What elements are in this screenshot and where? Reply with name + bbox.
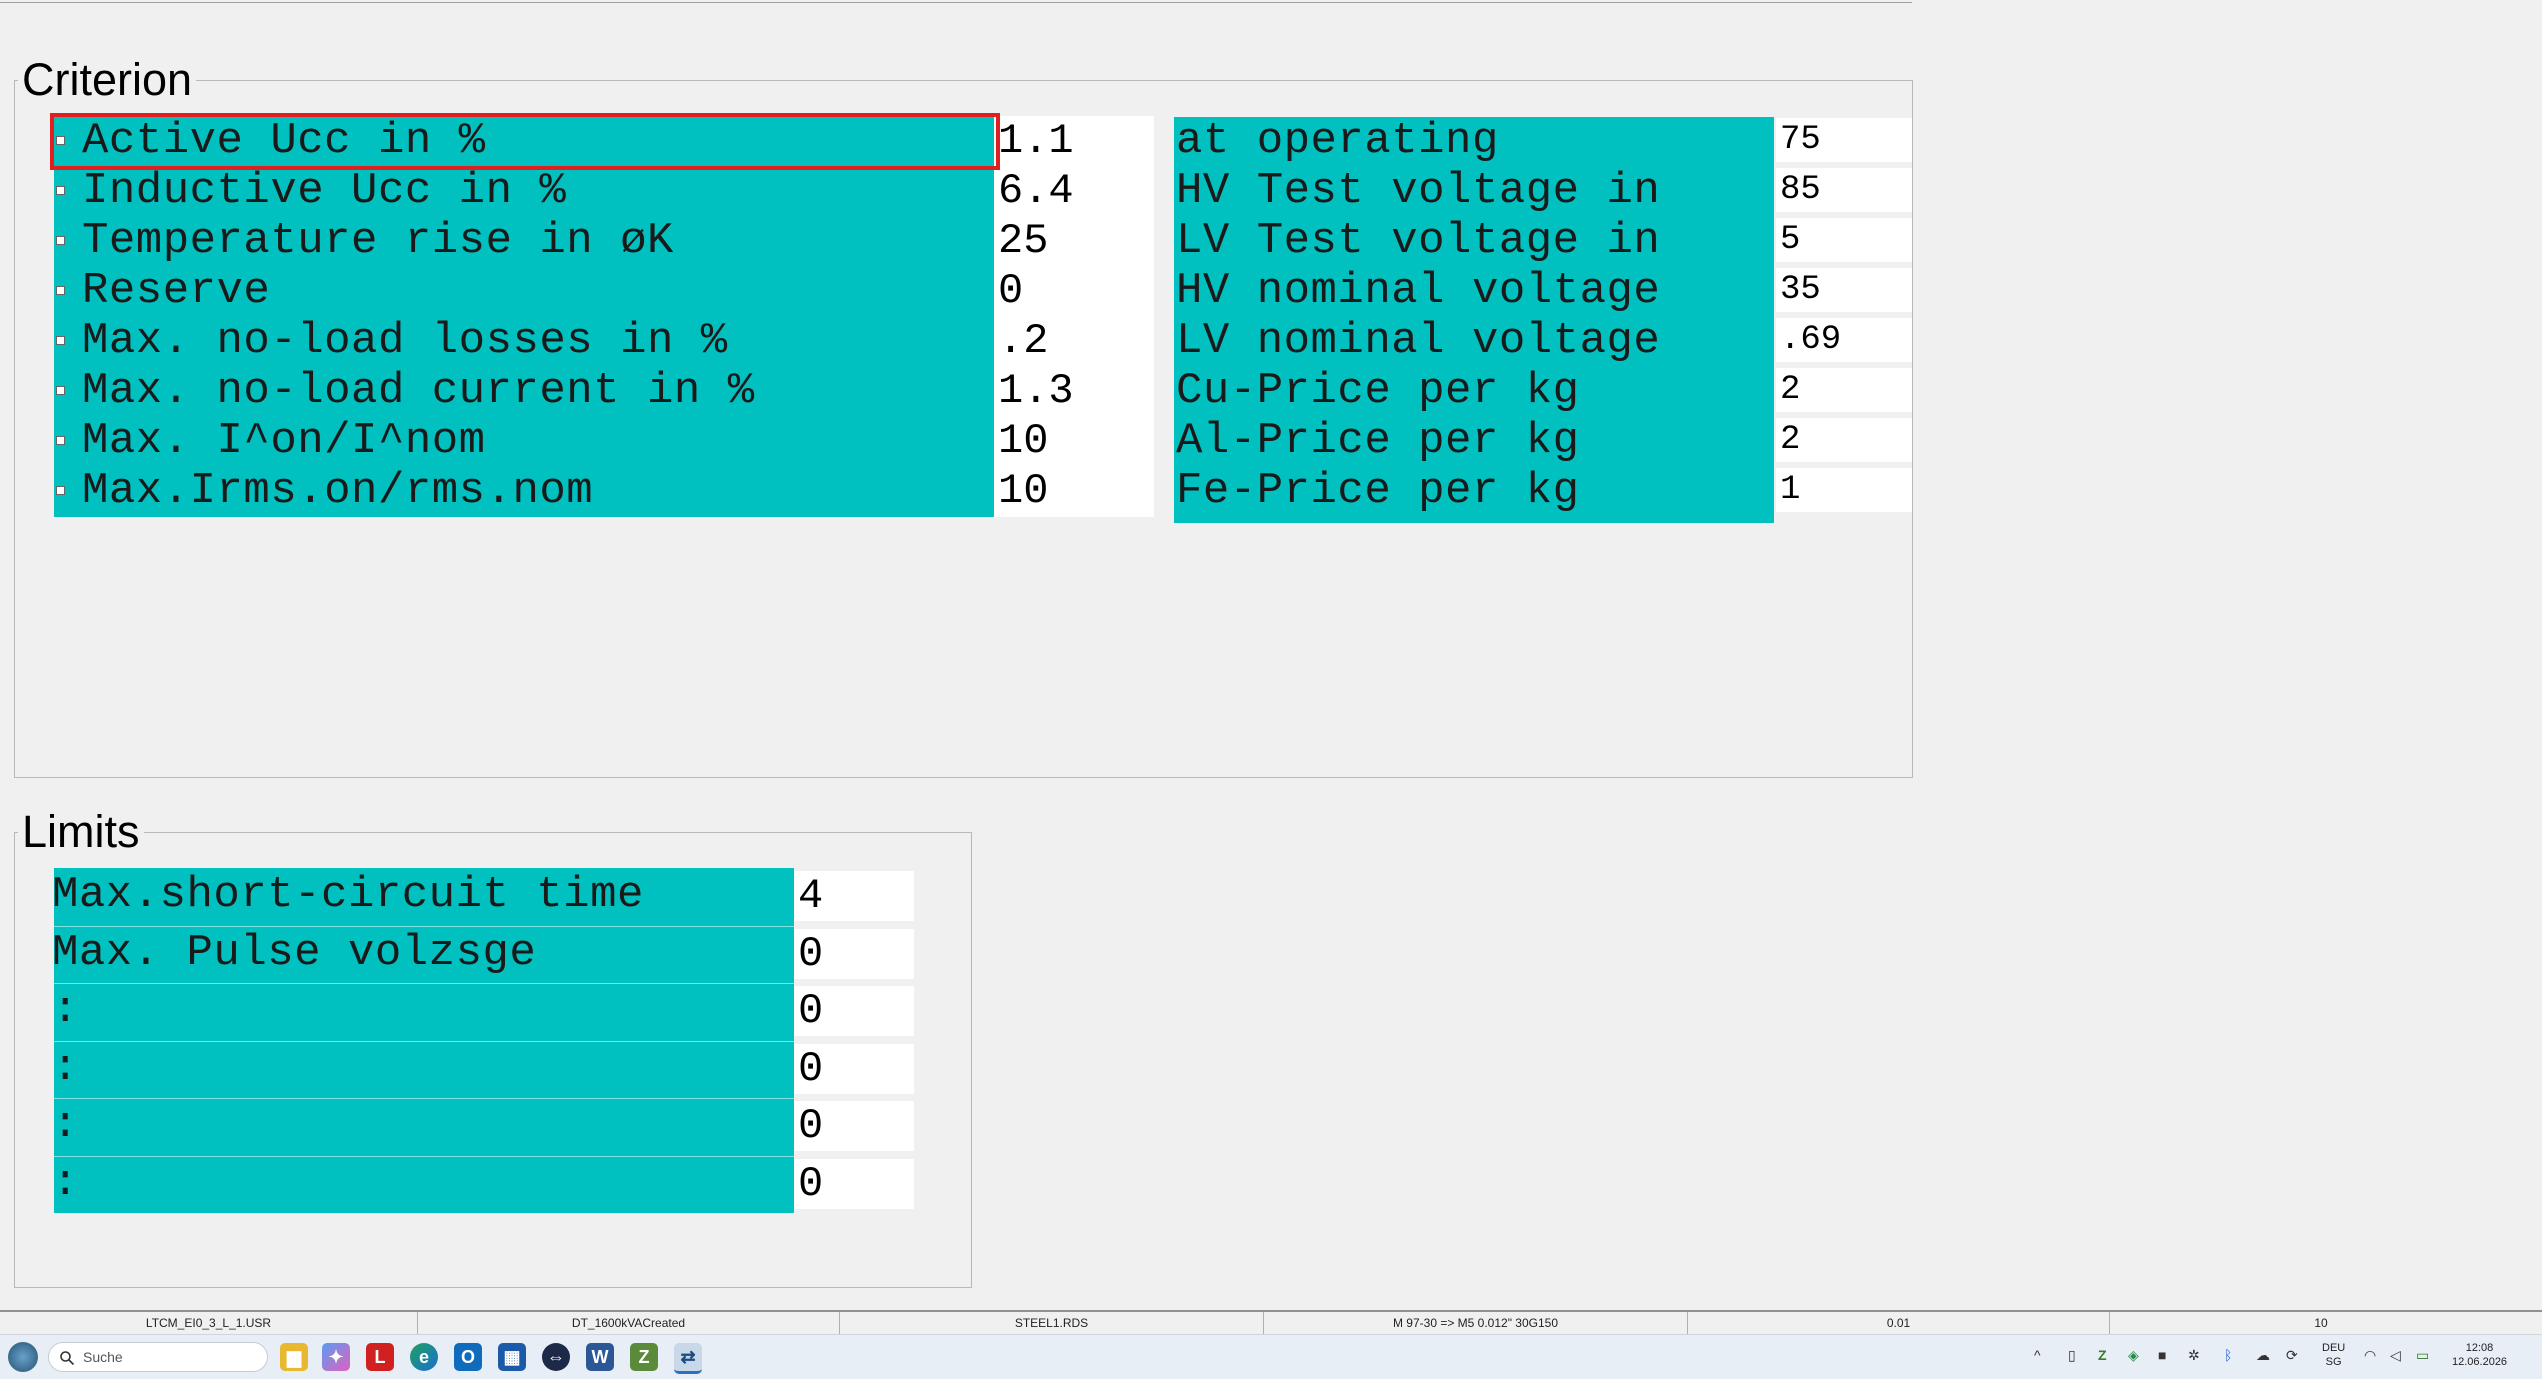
criterion-right-label: LV nominal voltage xyxy=(1176,316,1661,366)
limits-label: Max.short-circuit time xyxy=(52,870,644,920)
language-code: DEU xyxy=(2322,1342,2346,1354)
criterion-right-label: Cu-Price per kg xyxy=(1176,366,1580,416)
word-icon[interactable]: W xyxy=(586,1343,614,1371)
limits-row-separator xyxy=(54,1098,794,1099)
criterion-left-value[interactable]: 1.3 xyxy=(994,366,1154,416)
criterion-left-value[interactable]: 25 xyxy=(994,216,1154,266)
usb-icon[interactable]: ▯ xyxy=(2068,1347,2076,1364)
criterion-right-label: HV nominal voltage xyxy=(1176,266,1661,316)
app-l-icon[interactable]: L xyxy=(366,1343,394,1371)
tray-settings-icon[interactable]: ✲ xyxy=(2188,1347,2200,1364)
language-sub: SG xyxy=(2325,1356,2342,1368)
criterion-left-value[interactable]: .2 xyxy=(994,316,1154,366)
battery-icon[interactable]: ▭ xyxy=(2416,1347,2429,1364)
tray-z-icon[interactable]: Z xyxy=(2098,1347,2107,1363)
search-placeholder: Suche xyxy=(83,1349,123,1365)
copilot-icon[interactable]: ✦ xyxy=(322,1343,350,1371)
selected-row-highlight xyxy=(50,113,1000,170)
limits-value[interactable]: 4 xyxy=(794,871,914,921)
criterion-left-label: Temperature rise in øK xyxy=(82,216,674,266)
tray-app-icon[interactable]: ◈ xyxy=(2128,1347,2139,1364)
taskbar-search-box[interactable]: Suche xyxy=(48,1342,268,1372)
row-marker-icon[interactable] xyxy=(56,386,65,395)
limits-value[interactable]: 0 xyxy=(794,929,914,979)
status-steel-file: STEEL1.RDS xyxy=(840,1312,1264,1334)
limits-value[interactable]: 0 xyxy=(794,986,914,1036)
criterion-left-value[interactable]: 1.1 xyxy=(994,116,1154,166)
limits-label: : xyxy=(52,1043,79,1093)
edge-browser-icon[interactable]: e xyxy=(410,1343,438,1371)
store-icon[interactable]: ▦ xyxy=(498,1343,526,1371)
row-marker-icon[interactable] xyxy=(56,336,65,345)
language-indicator[interactable]: DEU SG xyxy=(2322,1341,2345,1369)
tray-sync-icon[interactable]: ⟳ xyxy=(2286,1347,2298,1364)
criterion-right-value-input[interactable] xyxy=(1776,168,1912,212)
row-marker-icon[interactable] xyxy=(56,486,65,495)
active-app-icon[interactable]: ⇄ xyxy=(674,1343,702,1374)
start-orb-icon[interactable] xyxy=(8,1342,38,1372)
limits-row-separator xyxy=(54,926,794,927)
limits-label: : xyxy=(52,1158,79,1208)
criterion-left-value[interactable]: 0 xyxy=(994,266,1154,316)
limits-value[interactable]: 0 xyxy=(794,1101,914,1151)
limits-row-separator xyxy=(54,983,794,984)
search-icon xyxy=(60,1351,75,1366)
outlook-icon[interactable]: O xyxy=(454,1343,482,1371)
criterion-right-value-input[interactable] xyxy=(1776,218,1912,262)
criterion-right-value-input[interactable] xyxy=(1776,268,1912,312)
criterion-right-value-input[interactable] xyxy=(1776,318,1912,362)
clock-date: 12.06.2026 xyxy=(2452,1356,2508,1368)
criterion-left-label: Max.Irms.on/rms.nom xyxy=(82,466,594,516)
limits-label: Max. Pulse volzsge xyxy=(52,928,537,978)
limits-title: Limits xyxy=(18,808,144,856)
file-explorer-icon[interactable]: ▆ xyxy=(280,1343,308,1371)
wifi-icon[interactable]: ◠ xyxy=(2364,1347,2376,1364)
criterion-right-label: HV Test voltage in xyxy=(1176,166,1661,216)
criterion-left-label: Max. no-load losses in % xyxy=(82,316,728,366)
limits-row-separator xyxy=(54,1156,794,1157)
limits-value[interactable]: 0 xyxy=(794,1159,914,1209)
row-marker-icon[interactable] xyxy=(56,186,65,195)
criterion-left-value[interactable]: 6.4 xyxy=(994,166,1154,216)
row-marker-icon[interactable] xyxy=(56,236,65,245)
criterion-right-value-input[interactable] xyxy=(1776,118,1912,162)
status-material: M 97-30 => M5 0.012" 30G150 xyxy=(1264,1312,1688,1334)
top-strip xyxy=(0,0,1912,3)
row-marker-icon[interactable] xyxy=(56,286,65,295)
criterion-left-label: Reserve xyxy=(82,266,271,316)
criterion-right-value-input[interactable] xyxy=(1776,368,1912,412)
criterion-right-value-input[interactable] xyxy=(1776,418,1912,462)
criterion-title: Criterion xyxy=(18,56,197,104)
status-bar: LTCM_EI0_3_L_1.USR DT_1600kVACreated STE… xyxy=(0,1310,2542,1334)
bluetooth-icon[interactable]: ᛒ xyxy=(2224,1347,2232,1363)
status-user-file: LTCM_EI0_3_L_1.USR xyxy=(0,1312,418,1334)
taskbar: Suche ▆ ✦ L e O ▦ ⇔ W Z ⇄ ^ ▯ Z ◈ ■ ✲ ᛒ … xyxy=(0,1334,2542,1379)
tray-cloud-icon[interactable]: ☁ xyxy=(2256,1347,2270,1364)
criterion-right-label: LV Test voltage in xyxy=(1176,216,1661,266)
status-value-b: 10 xyxy=(2314,1316,2328,1330)
limits-row-separator xyxy=(54,1041,794,1042)
row-marker-icon[interactable] xyxy=(56,436,65,445)
criterion-right-label: Fe-Price per kg xyxy=(1176,466,1580,516)
limits-value[interactable]: 0 xyxy=(794,1044,914,1094)
criterion-left-value[interactable]: 10 xyxy=(994,416,1154,466)
criterion-right-label: at operating xyxy=(1176,116,1499,166)
criterion-left-value[interactable]: 10 xyxy=(994,466,1154,516)
status-design-file: DT_1600kVACreated xyxy=(418,1312,840,1334)
app-z-icon[interactable]: Z xyxy=(630,1343,658,1371)
limits-label: : xyxy=(52,1100,79,1150)
tray-overflow-icon[interactable]: ^ xyxy=(2034,1347,2041,1363)
criterion-right-label: Al-Price per kg xyxy=(1176,416,1580,466)
criterion-left-label: Max. I^on/I^nom xyxy=(82,416,486,466)
criterion-left-label: Max. no-load current in % xyxy=(82,366,755,416)
teamviewer-icon[interactable]: ⇔ xyxy=(542,1343,570,1371)
clock-time: 12:08 xyxy=(2465,1342,2494,1354)
clock[interactable]: 12:08 12.06.2026 xyxy=(2452,1341,2507,1369)
status-value-a: 0.01 xyxy=(1688,1312,2110,1334)
limits-label: : xyxy=(52,985,79,1035)
criterion-right-value-input[interactable] xyxy=(1776,468,1912,512)
tray-monitor-icon[interactable]: ■ xyxy=(2158,1347,2166,1363)
criterion-left-label: Inductive Ucc in % xyxy=(82,166,567,216)
volume-icon[interactable]: ◁ xyxy=(2390,1347,2401,1364)
